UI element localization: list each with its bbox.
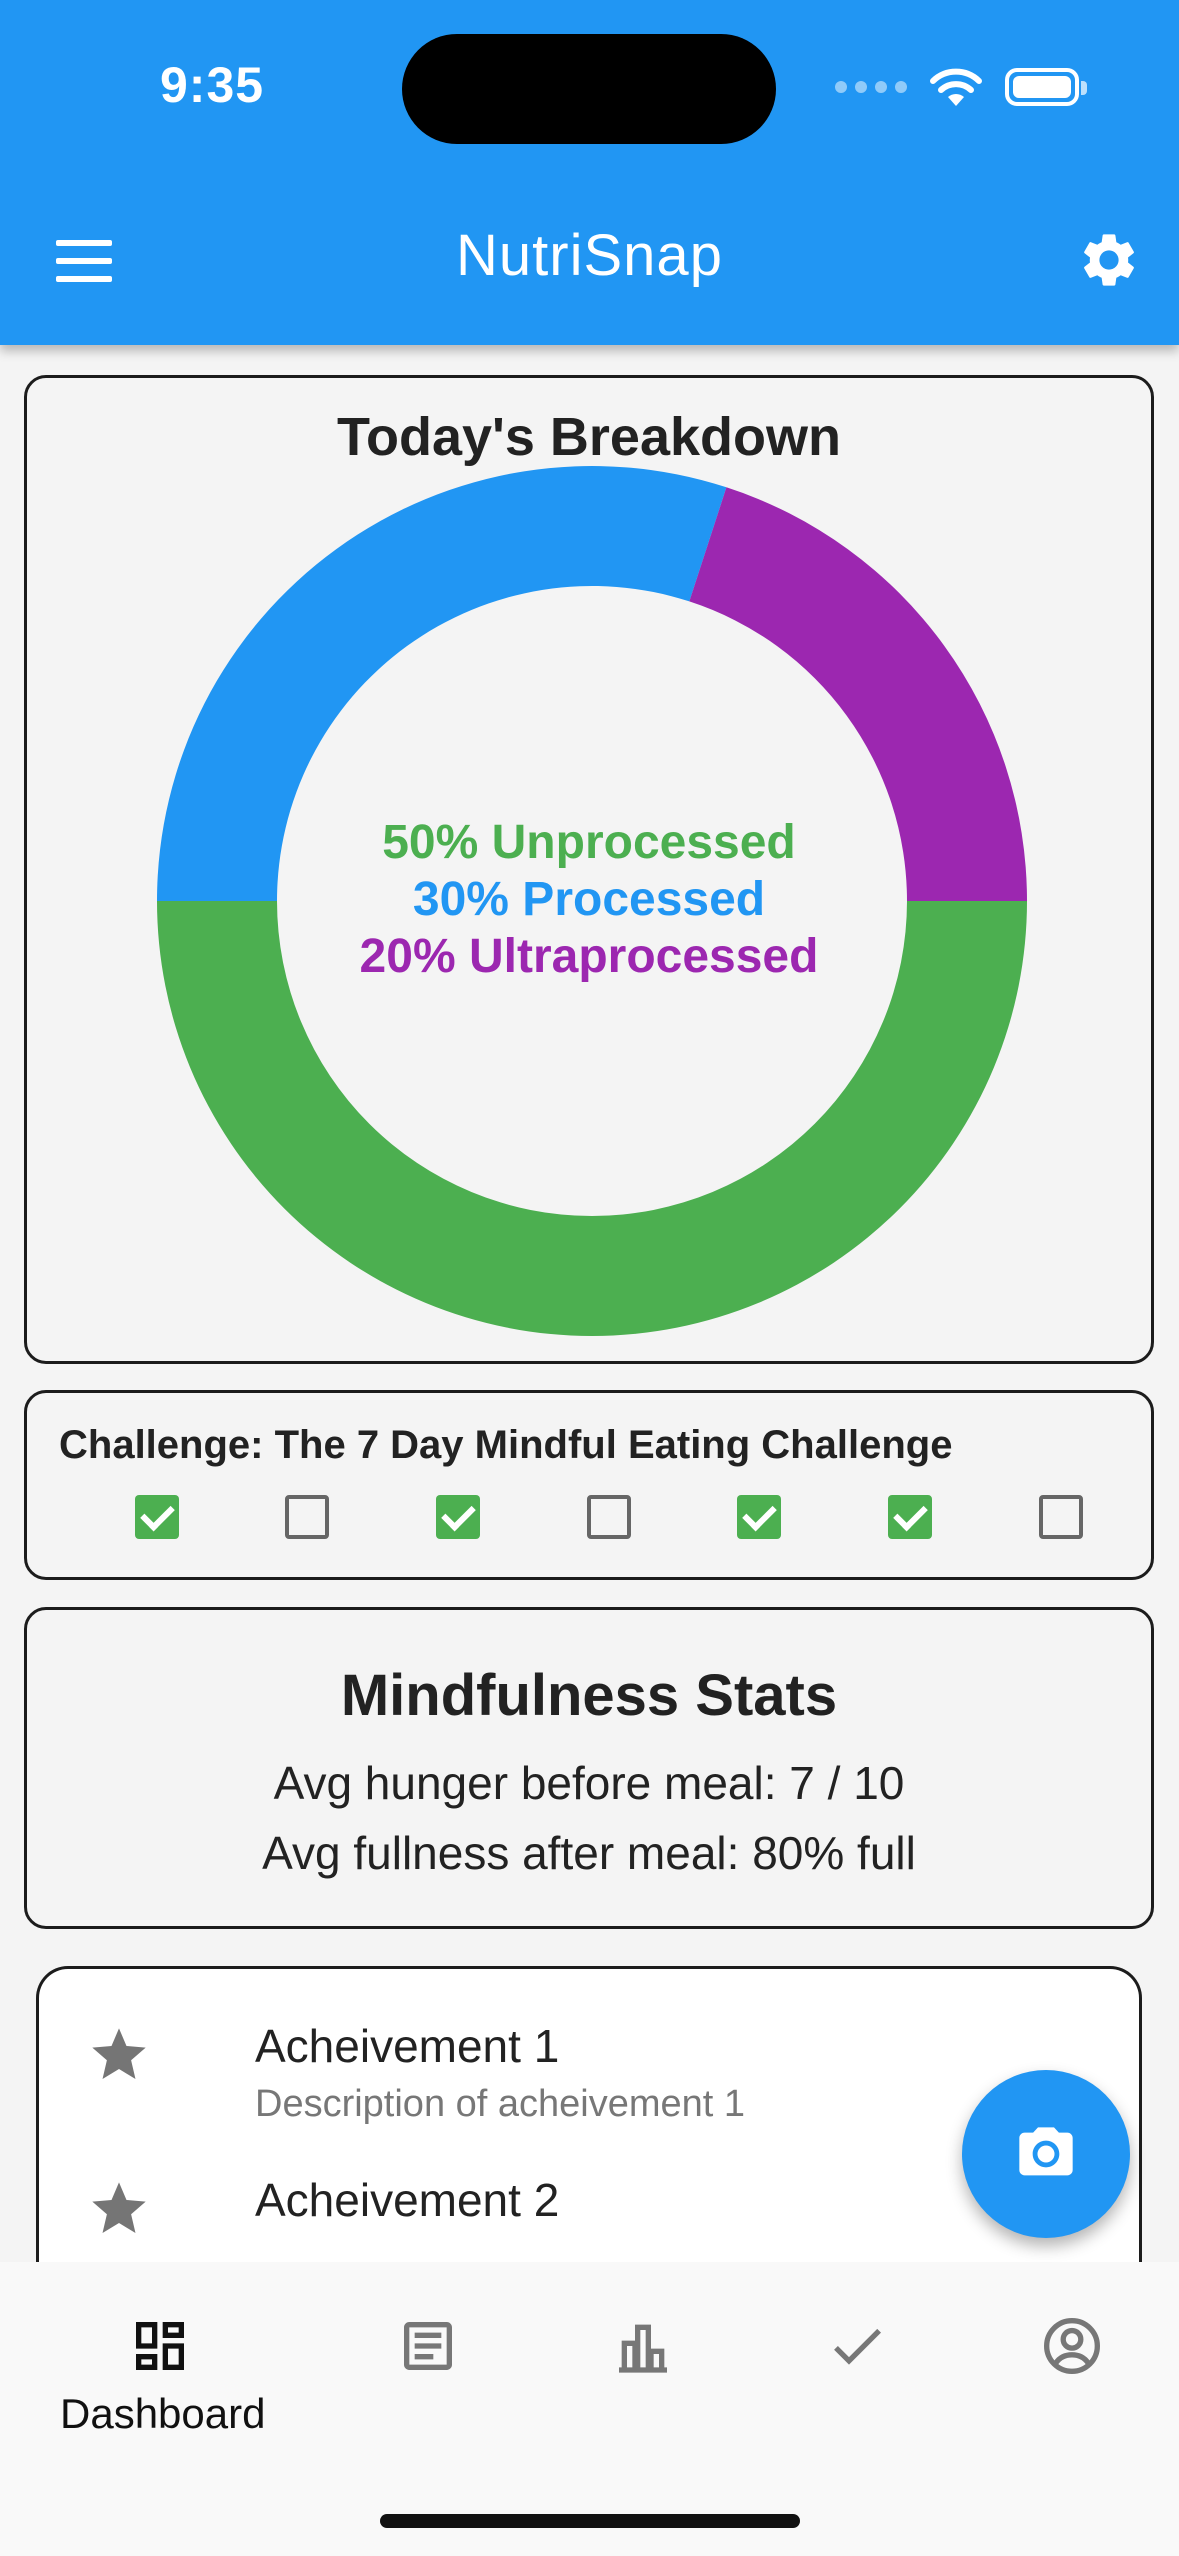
dashboard-icon bbox=[136, 2322, 184, 2370]
bar-chart-icon bbox=[619, 2324, 667, 2373]
screen: 9:35 NutriSnap Today's Breakdown 50% Unp… bbox=[0, 0, 1179, 2556]
settings-gear-icon[interactable] bbox=[1077, 228, 1141, 292]
app-bar: 9:35 NutriSnap bbox=[0, 0, 1179, 345]
battery-icon bbox=[1005, 68, 1087, 106]
home-indicator bbox=[380, 2514, 800, 2528]
status-time: 9:35 bbox=[160, 57, 265, 113]
nav-tasks[interactable] bbox=[757, 2314, 957, 2444]
challenge-day-1-checkbox[interactable] bbox=[135, 1495, 179, 1539]
avg-hunger-stat: Avg hunger before meal: 7 / 10 bbox=[273, 1757, 905, 1809]
nav-profile[interactable] bbox=[972, 2314, 1172, 2444]
breakdown-card: Today's Breakdown 50% Unprocessed 30% Pr… bbox=[24, 375, 1154, 1364]
star-icon bbox=[92, 2028, 146, 2079]
challenge-day-5-checkbox[interactable] bbox=[737, 1495, 781, 1539]
star-icon bbox=[92, 2182, 146, 2233]
achievement-description: Description of acheivement 1 bbox=[255, 2083, 746, 2125]
unprocessed-label: 50% Unprocessed bbox=[382, 816, 796, 869]
mindfulness-stats-card: Mindfulness Stats Avg hunger before meal… bbox=[24, 1607, 1154, 1929]
bottom-navigation: Dashboard bbox=[0, 2262, 1179, 2556]
avg-fullness-stat: Avg fullness after meal: 80% full bbox=[262, 1827, 916, 1879]
nav-dashboard[interactable]: Dashboard bbox=[60, 2314, 266, 2444]
wifi-icon bbox=[930, 68, 982, 106]
breakdown-title: Today's Breakdown bbox=[337, 407, 841, 467]
challenge-day-7-checkbox[interactable] bbox=[1039, 1495, 1083, 1539]
challenge-title: Challenge: The 7 Day Mindful Eating Chal… bbox=[59, 1423, 953, 1467]
challenge-day-2-checkbox[interactable] bbox=[285, 1495, 329, 1539]
journal-icon bbox=[404, 2322, 452, 2370]
nav-journal[interactable] bbox=[328, 2314, 528, 2444]
stats-title: Mindfulness Stats bbox=[340, 1663, 838, 1728]
status-icons bbox=[835, 62, 1087, 112]
processed-label: 30% Processed bbox=[412, 873, 766, 926]
cellular-signal-icon bbox=[835, 81, 907, 93]
challenge-day-4-checkbox[interactable] bbox=[587, 1495, 631, 1539]
camera-icon bbox=[1019, 2127, 1073, 2176]
dynamic-island bbox=[402, 34, 776, 144]
camera-fab-button[interactable] bbox=[962, 2070, 1130, 2238]
donut-center-labels: 50% Unprocessed 30% Processed 20% Ultrap… bbox=[27, 814, 1151, 985]
check-icon bbox=[834, 2328, 881, 2365]
app-title: NutriSnap bbox=[456, 223, 723, 288]
achievement-title: Acheivement 1 bbox=[255, 2020, 560, 2072]
challenge-day-checkboxes bbox=[27, 1495, 1151, 1545]
nav-dashboard-label: Dashboard bbox=[60, 2390, 266, 2437]
challenge-day-6-checkbox[interactable] bbox=[888, 1495, 932, 1539]
achievement-title: Acheivement 2 bbox=[255, 2174, 560, 2226]
profile-icon bbox=[1044, 2318, 1100, 2374]
challenge-card: Challenge: The 7 Day Mindful Eating Chal… bbox=[24, 1390, 1154, 1580]
nav-stats[interactable] bbox=[543, 2314, 743, 2444]
ultraprocessed-label: 20% Ultraprocessed bbox=[359, 930, 819, 983]
challenge-day-3-checkbox[interactable] bbox=[436, 1495, 480, 1539]
